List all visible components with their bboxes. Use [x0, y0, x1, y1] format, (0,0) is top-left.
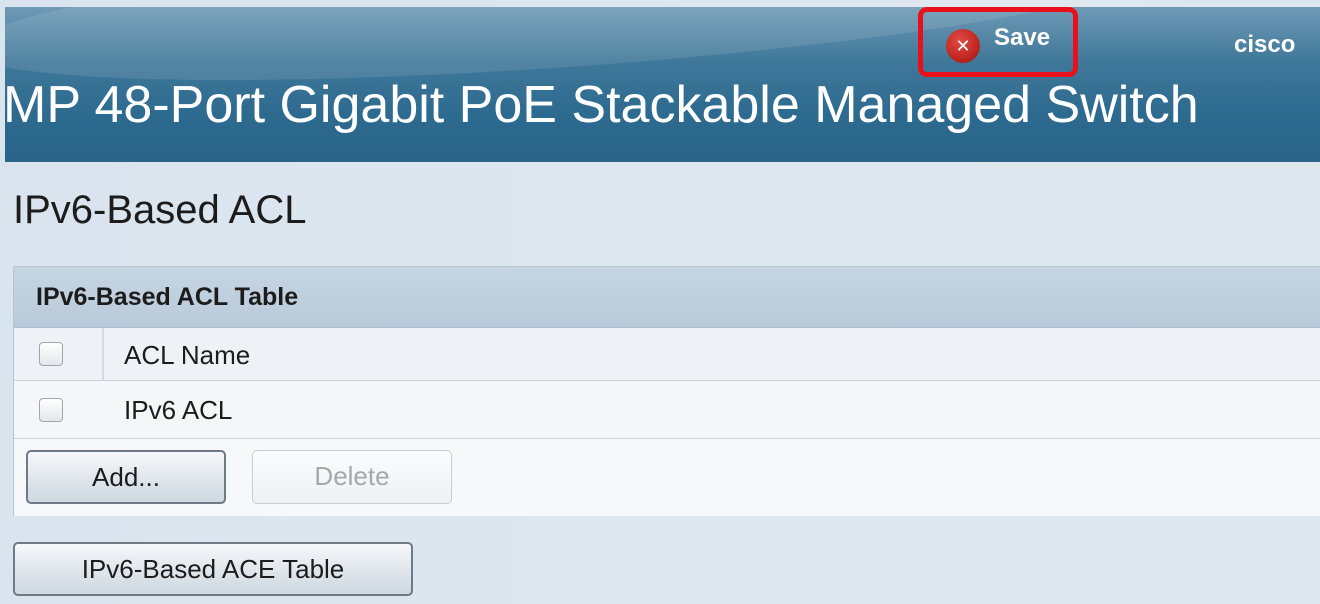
device-title: MP 48-Port Gigabit PoE Stackable Managed…	[5, 76, 1199, 134]
brand-logo-text: cisco	[1234, 31, 1296, 58]
page-title: IPv6-Based ACL	[13, 188, 307, 232]
page: MP 48-Port Gigabit PoE Stackable Managed…	[0, 0, 1320, 604]
row-checkbox[interactable]	[39, 398, 63, 422]
add-button[interactable]: Add...	[26, 450, 226, 504]
ace-table-button[interactable]: IPv6-Based ACE Table	[13, 542, 413, 596]
select-all-checkbox[interactable]	[39, 342, 63, 366]
column-header-acl-name: ACL Name	[124, 340, 251, 370]
table-caption: IPv6-Based ACL Table	[14, 267, 1320, 328]
close-icon: ✕	[946, 29, 980, 63]
table-button-bar: Add... Delete	[14, 439, 1320, 516]
save-button[interactable]: ✕ Save	[918, 7, 1078, 77]
row-select-cell	[14, 381, 104, 438]
table-row: IPv6 ACL	[14, 381, 1320, 439]
save-label: Save	[994, 24, 1051, 51]
table-header-row: ACL Name	[14, 328, 1320, 381]
select-all-cell	[14, 328, 104, 380]
acl-table: IPv6-Based ACL Table ACL Name IPv6 ACL A…	[13, 266, 1320, 516]
delete-button[interactable]: Delete	[252, 450, 452, 504]
acl-name-cell: IPv6 ACL	[124, 395, 233, 425]
app-header: MP 48-Port Gigabit PoE Stackable Managed…	[5, 7, 1320, 162]
